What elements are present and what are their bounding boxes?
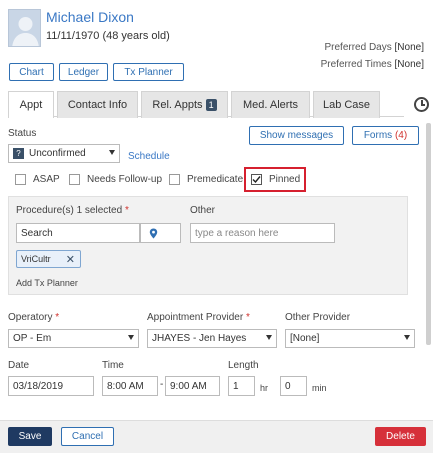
- appointment-provider-value: JHAYES - Jen Hayes: [152, 333, 247, 344]
- needs-follow-up-checkbox[interactable]: [69, 174, 80, 185]
- forms-count: (4): [394, 130, 408, 141]
- rel-appts-count-badge: 1: [205, 99, 217, 111]
- status-label: Status: [8, 128, 37, 139]
- preferred-days-label: Preferred Days: [324, 42, 392, 53]
- location-filter-dropdown[interactable]: [140, 223, 181, 243]
- patient-avatar: [8, 9, 41, 47]
- appointment-provider-label-text: Appointment Provider: [147, 312, 244, 323]
- history-clock-icon[interactable]: [414, 97, 429, 112]
- procedures-selected-count: 1 selected: [76, 205, 123, 216]
- scrollbar[interactable]: [426, 123, 431, 345]
- preferred-times: Preferred Times [None]: [321, 59, 424, 70]
- save-button[interactable]: Save: [8, 427, 52, 446]
- preferred-times-label: Preferred Times: [320, 59, 392, 70]
- operatory-label: Operatory *: [8, 312, 59, 323]
- tab-label: Appt: [19, 99, 43, 111]
- patient-name[interactable]: Michael Dixon: [46, 9, 134, 25]
- tab-label: Rel. Appts: [152, 99, 203, 111]
- time-label: Time: [102, 360, 124, 371]
- end-time-input[interactable]: 9:00 AM: [165, 376, 220, 396]
- procedure-tag-label: VriCultr: [21, 254, 51, 264]
- date-label: Date: [8, 360, 30, 371]
- status-select[interactable]: ? Unconfirmed: [8, 144, 120, 163]
- show-messages-button[interactable]: Show messages: [249, 126, 344, 145]
- operatory-label-text: Operatory: [8, 312, 53, 323]
- minutes-unit: min: [312, 383, 327, 393]
- appointment-provider-select[interactable]: JHAYES - Jen Hayes: [147, 329, 277, 348]
- tab-contact-info[interactable]: Contact Info: [57, 91, 138, 118]
- required-mark: *: [55, 312, 60, 323]
- schedule-link[interactable]: Schedule: [128, 151, 170, 162]
- date-input[interactable]: 03/18/2019: [8, 376, 94, 396]
- map-pin-icon: [149, 228, 158, 238]
- add-tx-planner-link[interactable]: Add Tx Planner: [16, 278, 78, 288]
- pinned-highlight-box: [244, 167, 306, 192]
- length-minutes-input[interactable]: 0: [280, 376, 307, 396]
- chevron-down-icon: [128, 335, 134, 340]
- length-hours-input[interactable]: 1: [228, 376, 255, 396]
- operatory-select[interactable]: OP - Em: [8, 329, 139, 348]
- chevron-down-icon: [109, 150, 115, 155]
- required-mark: *: [124, 205, 129, 216]
- length-label: Length: [228, 360, 259, 371]
- tab-rel-appts[interactable]: Rel. Appts 1: [141, 91, 228, 118]
- tab-label: Lab Case: [322, 99, 371, 111]
- chart-button[interactable]: Chart: [9, 63, 54, 81]
- chevron-down-icon: [404, 335, 410, 340]
- premedicate-label: Premedicate: [187, 174, 244, 185]
- time-separator: -: [160, 379, 164, 390]
- chevron-down-icon: [266, 335, 272, 340]
- start-time-input[interactable]: 8:00 AM: [102, 376, 158, 396]
- forms-label: Forms: [363, 130, 393, 141]
- unconfirmed-status-icon: ?: [13, 148, 24, 159]
- operatory-value: OP - Em: [13, 333, 52, 344]
- status-value: Unconfirmed: [29, 148, 86, 159]
- cancel-button[interactable]: Cancel: [61, 427, 114, 446]
- preferred-days-value: [None]: [394, 42, 424, 53]
- tab-label: Med. Alerts: [242, 99, 299, 111]
- hours-unit: hr: [260, 383, 269, 393]
- delete-button[interactable]: Delete: [375, 427, 426, 446]
- patient-dob: 11/11/1970 (48 years old): [46, 30, 170, 42]
- preferred-times-value: [None]: [394, 59, 424, 70]
- tab-appt[interactable]: Appt: [8, 91, 54, 118]
- person-silhouette-icon: [9, 10, 40, 46]
- other-provider-label: Other Provider: [285, 312, 351, 323]
- tab-lab-case[interactable]: Lab Case: [313, 91, 380, 118]
- ledger-button[interactable]: Ledger: [59, 63, 108, 81]
- other-label: Other: [190, 205, 216, 216]
- needs-follow-up-label: Needs Follow-up: [87, 174, 163, 185]
- other-reason-input[interactable]: type a reason here: [190, 223, 335, 243]
- other-reason-placeholder: type a reason here: [195, 227, 279, 239]
- asap-label: ASAP: [33, 174, 60, 185]
- required-mark: *: [245, 312, 250, 323]
- other-provider-value: [None]: [290, 333, 320, 344]
- asap-checkbox[interactable]: [15, 174, 26, 185]
- procedure-search-input[interactable]: Search: [16, 223, 140, 243]
- other-provider-select[interactable]: [None]: [285, 329, 415, 348]
- procedures-label-text: Procedure(s): [16, 205, 74, 216]
- preferred-days: Preferred Days [None]: [325, 42, 425, 53]
- premedicate-checkbox[interactable]: [169, 174, 180, 185]
- procedures-label: Procedure(s) 1 selected *: [16, 205, 129, 216]
- remove-tag-icon[interactable]: ✕: [66, 253, 75, 266]
- tx-planner-button[interactable]: Tx Planner: [113, 63, 184, 81]
- tab-label: Contact Info: [67, 99, 128, 111]
- appointment-provider-label: Appointment Provider *: [147, 312, 250, 323]
- procedure-tag: VriCultr ✕: [16, 250, 81, 268]
- forms-button[interactable]: Forms (4): [352, 126, 419, 145]
- tab-med-alerts[interactable]: Med. Alerts: [231, 91, 310, 118]
